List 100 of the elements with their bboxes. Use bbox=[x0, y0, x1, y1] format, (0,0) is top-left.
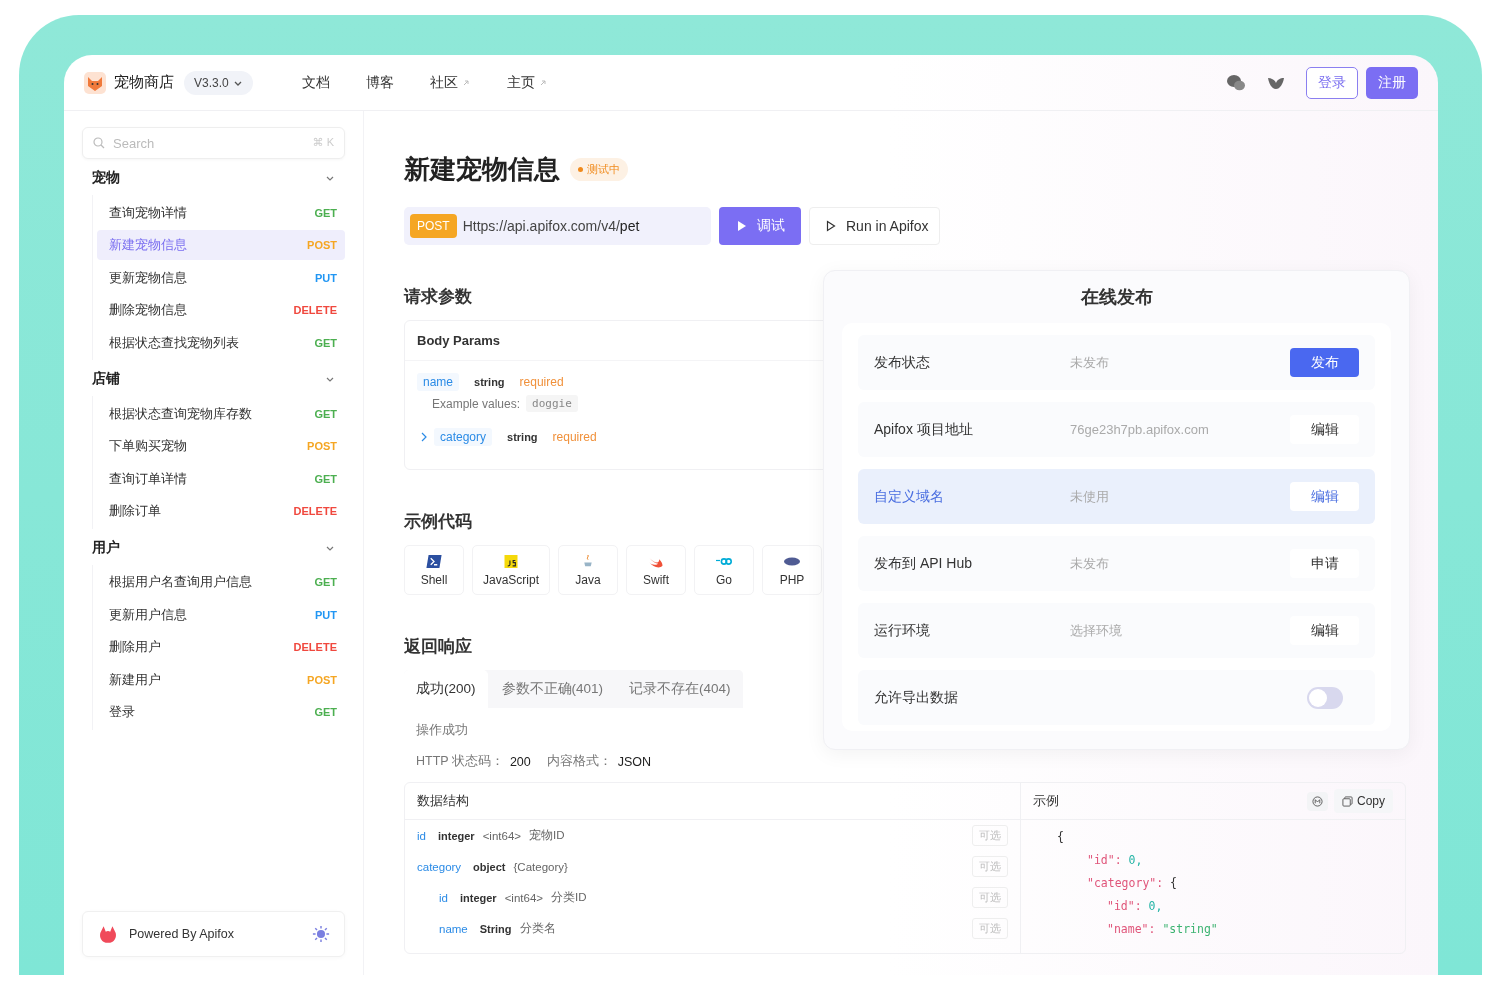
js-badge-icon bbox=[503, 555, 519, 568]
field-format: <int64> bbox=[482, 829, 521, 842]
version-dropdown[interactable]: V3.3.0 bbox=[184, 70, 253, 95]
language-tab[interactable]: Shell bbox=[404, 545, 464, 595]
publish-row[interactable]: 允许导出数据 bbox=[858, 670, 1375, 725]
field-type: String bbox=[479, 922, 512, 935]
section-heading: 请求参数 bbox=[404, 286, 472, 308]
sidebar-item[interactable]: 根据状态查找宠物列表 GET bbox=[97, 327, 345, 358]
oval-icon bbox=[784, 555, 801, 568]
action-button[interactable]: 编辑 bbox=[1290, 616, 1359, 645]
status-code-value: 200 bbox=[509, 754, 531, 769]
example-value: doggie bbox=[526, 395, 578, 412]
sidebar-item[interactable]: 删除订单 DELETE bbox=[97, 496, 345, 526]
publish-row[interactable]: Apifox 项目地址 76ge23h7pb.apifox.com 编辑 bbox=[858, 402, 1375, 457]
content-format-label: 内容格式： bbox=[546, 753, 612, 770]
sidebar-item[interactable]: 新建用户 POST bbox=[97, 664, 345, 695]
section-heading: 返回响应 bbox=[404, 636, 472, 658]
language-tab[interactable]: Go bbox=[694, 545, 755, 595]
chevron-right-icon[interactable] bbox=[421, 432, 427, 442]
register-button[interactable]: 注册 bbox=[1366, 66, 1418, 99]
field-name: category bbox=[417, 860, 462, 873]
param-name: category bbox=[434, 428, 493, 446]
action-button[interactable]: 编辑 bbox=[1290, 415, 1359, 444]
toggle-switch[interactable] bbox=[1307, 686, 1343, 709]
sidebar-item[interactable]: 删除宠物信息 DELETE bbox=[97, 295, 345, 325]
sun-icon[interactable] bbox=[312, 925, 330, 943]
sidebar-item[interactable]: 下单购买宠物 POST bbox=[97, 431, 345, 461]
required-label: required bbox=[519, 375, 564, 389]
field-description: 宠物ID bbox=[529, 828, 565, 843]
code-line: "name": "string" bbox=[1106, 921, 1219, 938]
field-name: id bbox=[417, 829, 426, 842]
nav-link[interactable]: 主页 bbox=[491, 69, 563, 96]
language-tab[interactable]: Swift bbox=[626, 545, 687, 595]
field-type: integer bbox=[437, 829, 475, 842]
panel-title: 在线发布 bbox=[1079, 286, 1154, 309]
sidebar-item[interactable]: 新建宠物信息 POST bbox=[97, 230, 345, 260]
markdown-button[interactable] bbox=[1307, 791, 1328, 811]
field-description: 分类名 bbox=[519, 921, 556, 936]
sidebar-item[interactable]: 更新用户信息 PUT bbox=[97, 599, 345, 630]
required-label: required bbox=[552, 430, 597, 444]
debug-button[interactable]: 调试 bbox=[719, 207, 801, 245]
play-icon bbox=[826, 220, 836, 232]
sidebar-group-header[interactable]: 用户 bbox=[82, 530, 345, 565]
login-button[interactable]: 登录 bbox=[1306, 66, 1358, 99]
nav-link[interactable]: 博客 bbox=[350, 69, 409, 96]
code-line: "category": { bbox=[1086, 875, 1179, 892]
rings-icon bbox=[716, 555, 733, 568]
nav-link[interactable]: 文档 bbox=[286, 69, 345, 96]
terminal-icon bbox=[426, 555, 442, 568]
copy-button[interactable]: Copy bbox=[1334, 789, 1393, 813]
param-type: string bbox=[474, 376, 505, 388]
run-button[interactable]: Run in Apifox bbox=[809, 207, 940, 245]
publish-button[interactable]: 发布 bbox=[1290, 348, 1359, 377]
nav-link[interactable]: 社区 bbox=[414, 69, 486, 96]
page-title: 新建宠物信息 bbox=[404, 152, 560, 186]
chat-bubbles-icon[interactable] bbox=[1226, 73, 1246, 92]
field-name: name bbox=[439, 922, 468, 935]
code-line: { bbox=[1057, 829, 1065, 846]
sidebar-item[interactable]: 删除用户 DELETE bbox=[97, 632, 345, 662]
language-tab[interactable]: PHP bbox=[762, 545, 823, 595]
sidebar-item[interactable]: 查询宠物详情 GET bbox=[97, 197, 345, 228]
app-name: 宠物商店 bbox=[114, 73, 174, 92]
field-description: 分类ID bbox=[551, 890, 587, 905]
field-type: integer bbox=[459, 891, 497, 904]
sidebar-group-header[interactable]: 店铺 bbox=[82, 362, 345, 396]
action-button[interactable]: 编辑 bbox=[1290, 482, 1359, 511]
content-format-value: JSON bbox=[617, 754, 652, 769]
panel-title: 示例 bbox=[1033, 792, 1059, 810]
sidebar-item[interactable]: 登录 GET bbox=[97, 697, 345, 727]
sidebar-item[interactable]: 更新宠物信息 PUT bbox=[97, 262, 345, 293]
section-heading: 示例代码 bbox=[404, 511, 472, 533]
param-type: string bbox=[507, 431, 538, 443]
publish-row[interactable]: 运行环境 选择环境 编辑 bbox=[858, 603, 1375, 658]
response-tab[interactable]: 成功(200) bbox=[404, 670, 488, 708]
powered-by-bar: Powered By Apifox bbox=[82, 911, 345, 957]
language-tab[interactable]: Java bbox=[558, 545, 619, 595]
language-tab[interactable]: JavaScript bbox=[472, 545, 551, 595]
field-name: id bbox=[439, 891, 448, 904]
field-format: {Category} bbox=[513, 860, 568, 873]
code-line: "id": 0, bbox=[1106, 898, 1164, 915]
example-label: Example values: bbox=[432, 396, 521, 411]
sidebar-group-header[interactable]: 宠物 bbox=[82, 161, 345, 195]
publish-row[interactable]: 发布到 API Hub 未发布 申请 bbox=[858, 536, 1375, 591]
code-line: "id": 0, bbox=[1086, 852, 1144, 869]
play-icon bbox=[737, 220, 747, 232]
sidebar-item[interactable]: 查询订单详情 GET bbox=[97, 463, 345, 494]
sidebar-item[interactable]: 根据用户名查询用户信息 GET bbox=[97, 567, 345, 597]
circled-m-icon bbox=[1312, 795, 1323, 807]
panel-title: 数据结构 bbox=[417, 792, 469, 810]
response-description: 操作成功 bbox=[416, 722, 469, 739]
flame-logo-icon bbox=[97, 923, 119, 945]
field-type: object bbox=[473, 860, 506, 873]
publish-row[interactable]: 发布状态 未发布 发布 bbox=[858, 335, 1375, 390]
field-format: <int64> bbox=[504, 891, 543, 904]
url-field[interactable]: POST Https://api.apifox.com/v4/pet bbox=[404, 207, 711, 245]
sidebar-item[interactable]: 根据状态查询宠物库存数 GET bbox=[97, 398, 345, 429]
copy-icon bbox=[1342, 795, 1353, 807]
status-tag: 测试中 bbox=[570, 157, 628, 181]
action-button[interactable]: 申请 bbox=[1290, 549, 1359, 578]
publish-row[interactable]: 自定义域名 未使用 编辑 bbox=[858, 469, 1375, 524]
